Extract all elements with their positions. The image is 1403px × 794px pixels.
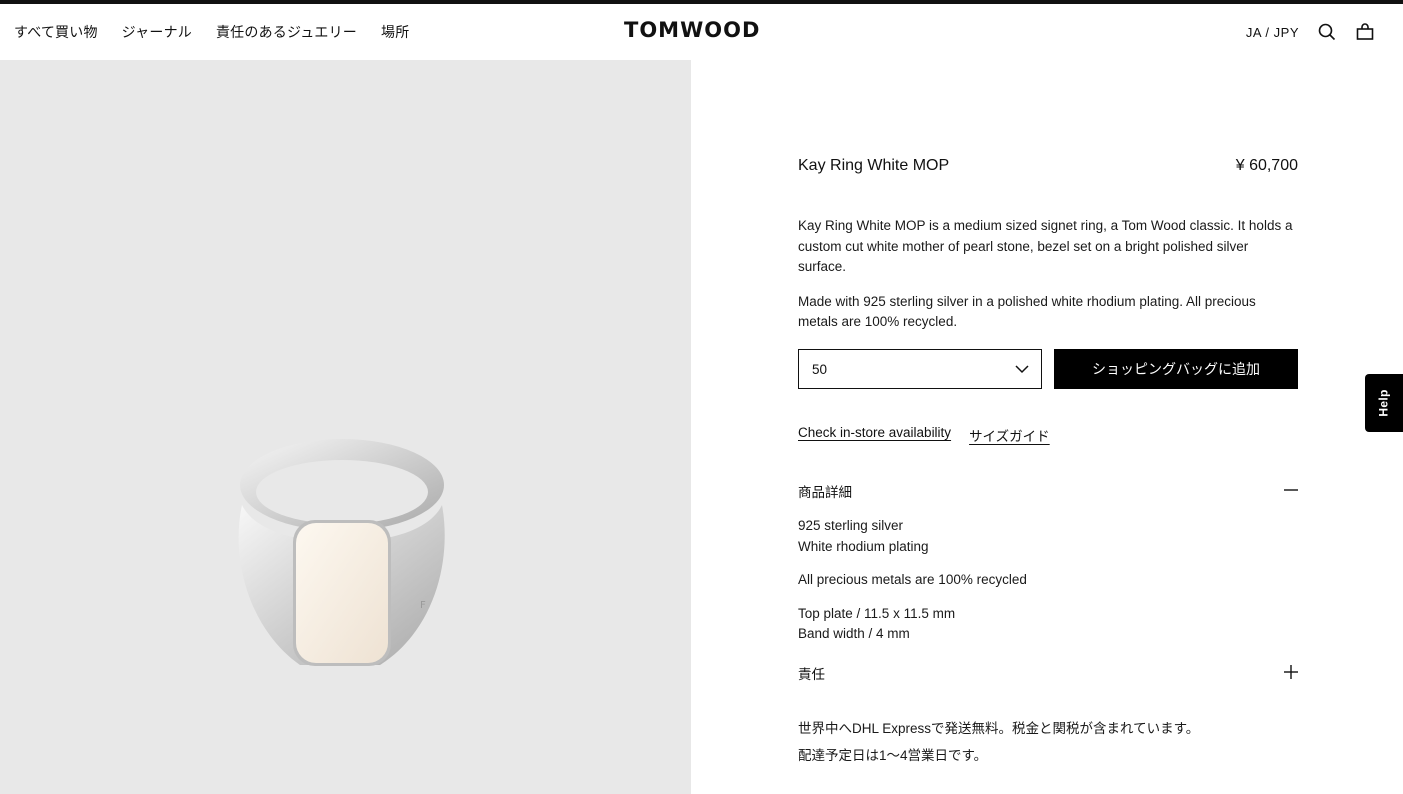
check-store-availability-link[interactable]: Check in-store availability bbox=[798, 425, 951, 445]
shipping-info: 世界中へDHL Expressで発送無料。税金と関税が含まれています。 配達予定… bbox=[798, 715, 1199, 769]
main-nav: すべて買い物 ジャーナル 責任のあるジュエリー 場所 bbox=[14, 4, 409, 60]
product-image-pane[interactable]: F bbox=[0, 60, 691, 794]
accordion-title: 商品詳細 bbox=[798, 485, 852, 500]
detail-line: 925 sterling silver bbox=[798, 518, 904, 533]
accordion-product-details[interactable]: 商品詳細 bbox=[798, 481, 1298, 501]
detail-line: White rhodium plating bbox=[798, 538, 929, 554]
logo[interactable]: TOMWOOD bbox=[624, 18, 760, 42]
detail-line: All precious metals are 100% recycled bbox=[798, 572, 1027, 587]
svg-text:F: F bbox=[420, 600, 426, 611]
nav-locations[interactable]: 場所 bbox=[381, 22, 409, 42]
add-to-bag-button[interactable]: ショッピングバッグに追加 bbox=[1054, 349, 1298, 389]
size-select-value: 50 bbox=[812, 361, 828, 377]
shopping-bag-icon[interactable] bbox=[1355, 22, 1375, 42]
size-select[interactable]: 50 bbox=[798, 349, 1042, 389]
description-paragraph: Made with 925 sterling silver in a polis… bbox=[798, 293, 1256, 330]
nav-responsible-jewelry[interactable]: 責任のあるジュエリー bbox=[216, 22, 357, 42]
help-button[interactable]: Help bbox=[1365, 374, 1403, 432]
site-header: すべて買い物 ジャーナル 責任のあるジュエリー 場所 TOMWOOD JA / … bbox=[0, 4, 1403, 60]
product-links: Check in-store availability サイズガイド bbox=[798, 425, 1050, 445]
product-description: Kay Ring White MOP is a medium sized sig… bbox=[798, 216, 1298, 333]
nav-shop-all[interactable]: すべて買い物 bbox=[14, 22, 98, 42]
product-price: ¥ 60,700 bbox=[1235, 157, 1298, 174]
product-title-row: Kay Ring White MOP ¥ 60,700 bbox=[798, 157, 1298, 175]
product-details-content: 925 sterling silver White rhodium platin… bbox=[798, 516, 1027, 645]
accordion-responsibility[interactable]: 責任 bbox=[798, 663, 1298, 683]
accordion-title: 責任 bbox=[798, 667, 825, 682]
size-guide-link[interactable]: サイズガイド bbox=[969, 425, 1050, 445]
nav-journal[interactable]: ジャーナル bbox=[122, 22, 192, 42]
description-paragraph: Kay Ring White MOP is a medium sized sig… bbox=[798, 218, 1293, 274]
shipping-line: 配達予定日は1～4営業日です。 bbox=[798, 748, 988, 763]
product-name: Kay Ring White MOP bbox=[798, 157, 950, 174]
product-ring-image: F bbox=[238, 439, 445, 666]
detail-line: Top plate / 11.5 x 11.5 mm bbox=[798, 605, 956, 621]
search-icon[interactable] bbox=[1317, 22, 1337, 42]
detail-line: Band width / 4 mm bbox=[798, 626, 910, 641]
header-actions: JA / JPY bbox=[1246, 4, 1375, 60]
minus-icon bbox=[1284, 483, 1298, 500]
plus-icon bbox=[1284, 664, 1298, 682]
shipping-line: 世界中へDHL Expressで発送無料。税金と関税が含まれています。 bbox=[798, 721, 1200, 736]
chevron-down-icon bbox=[1015, 362, 1029, 377]
locale-selector[interactable]: JA / JPY bbox=[1246, 25, 1299, 40]
help-label: Help bbox=[1377, 389, 1391, 417]
